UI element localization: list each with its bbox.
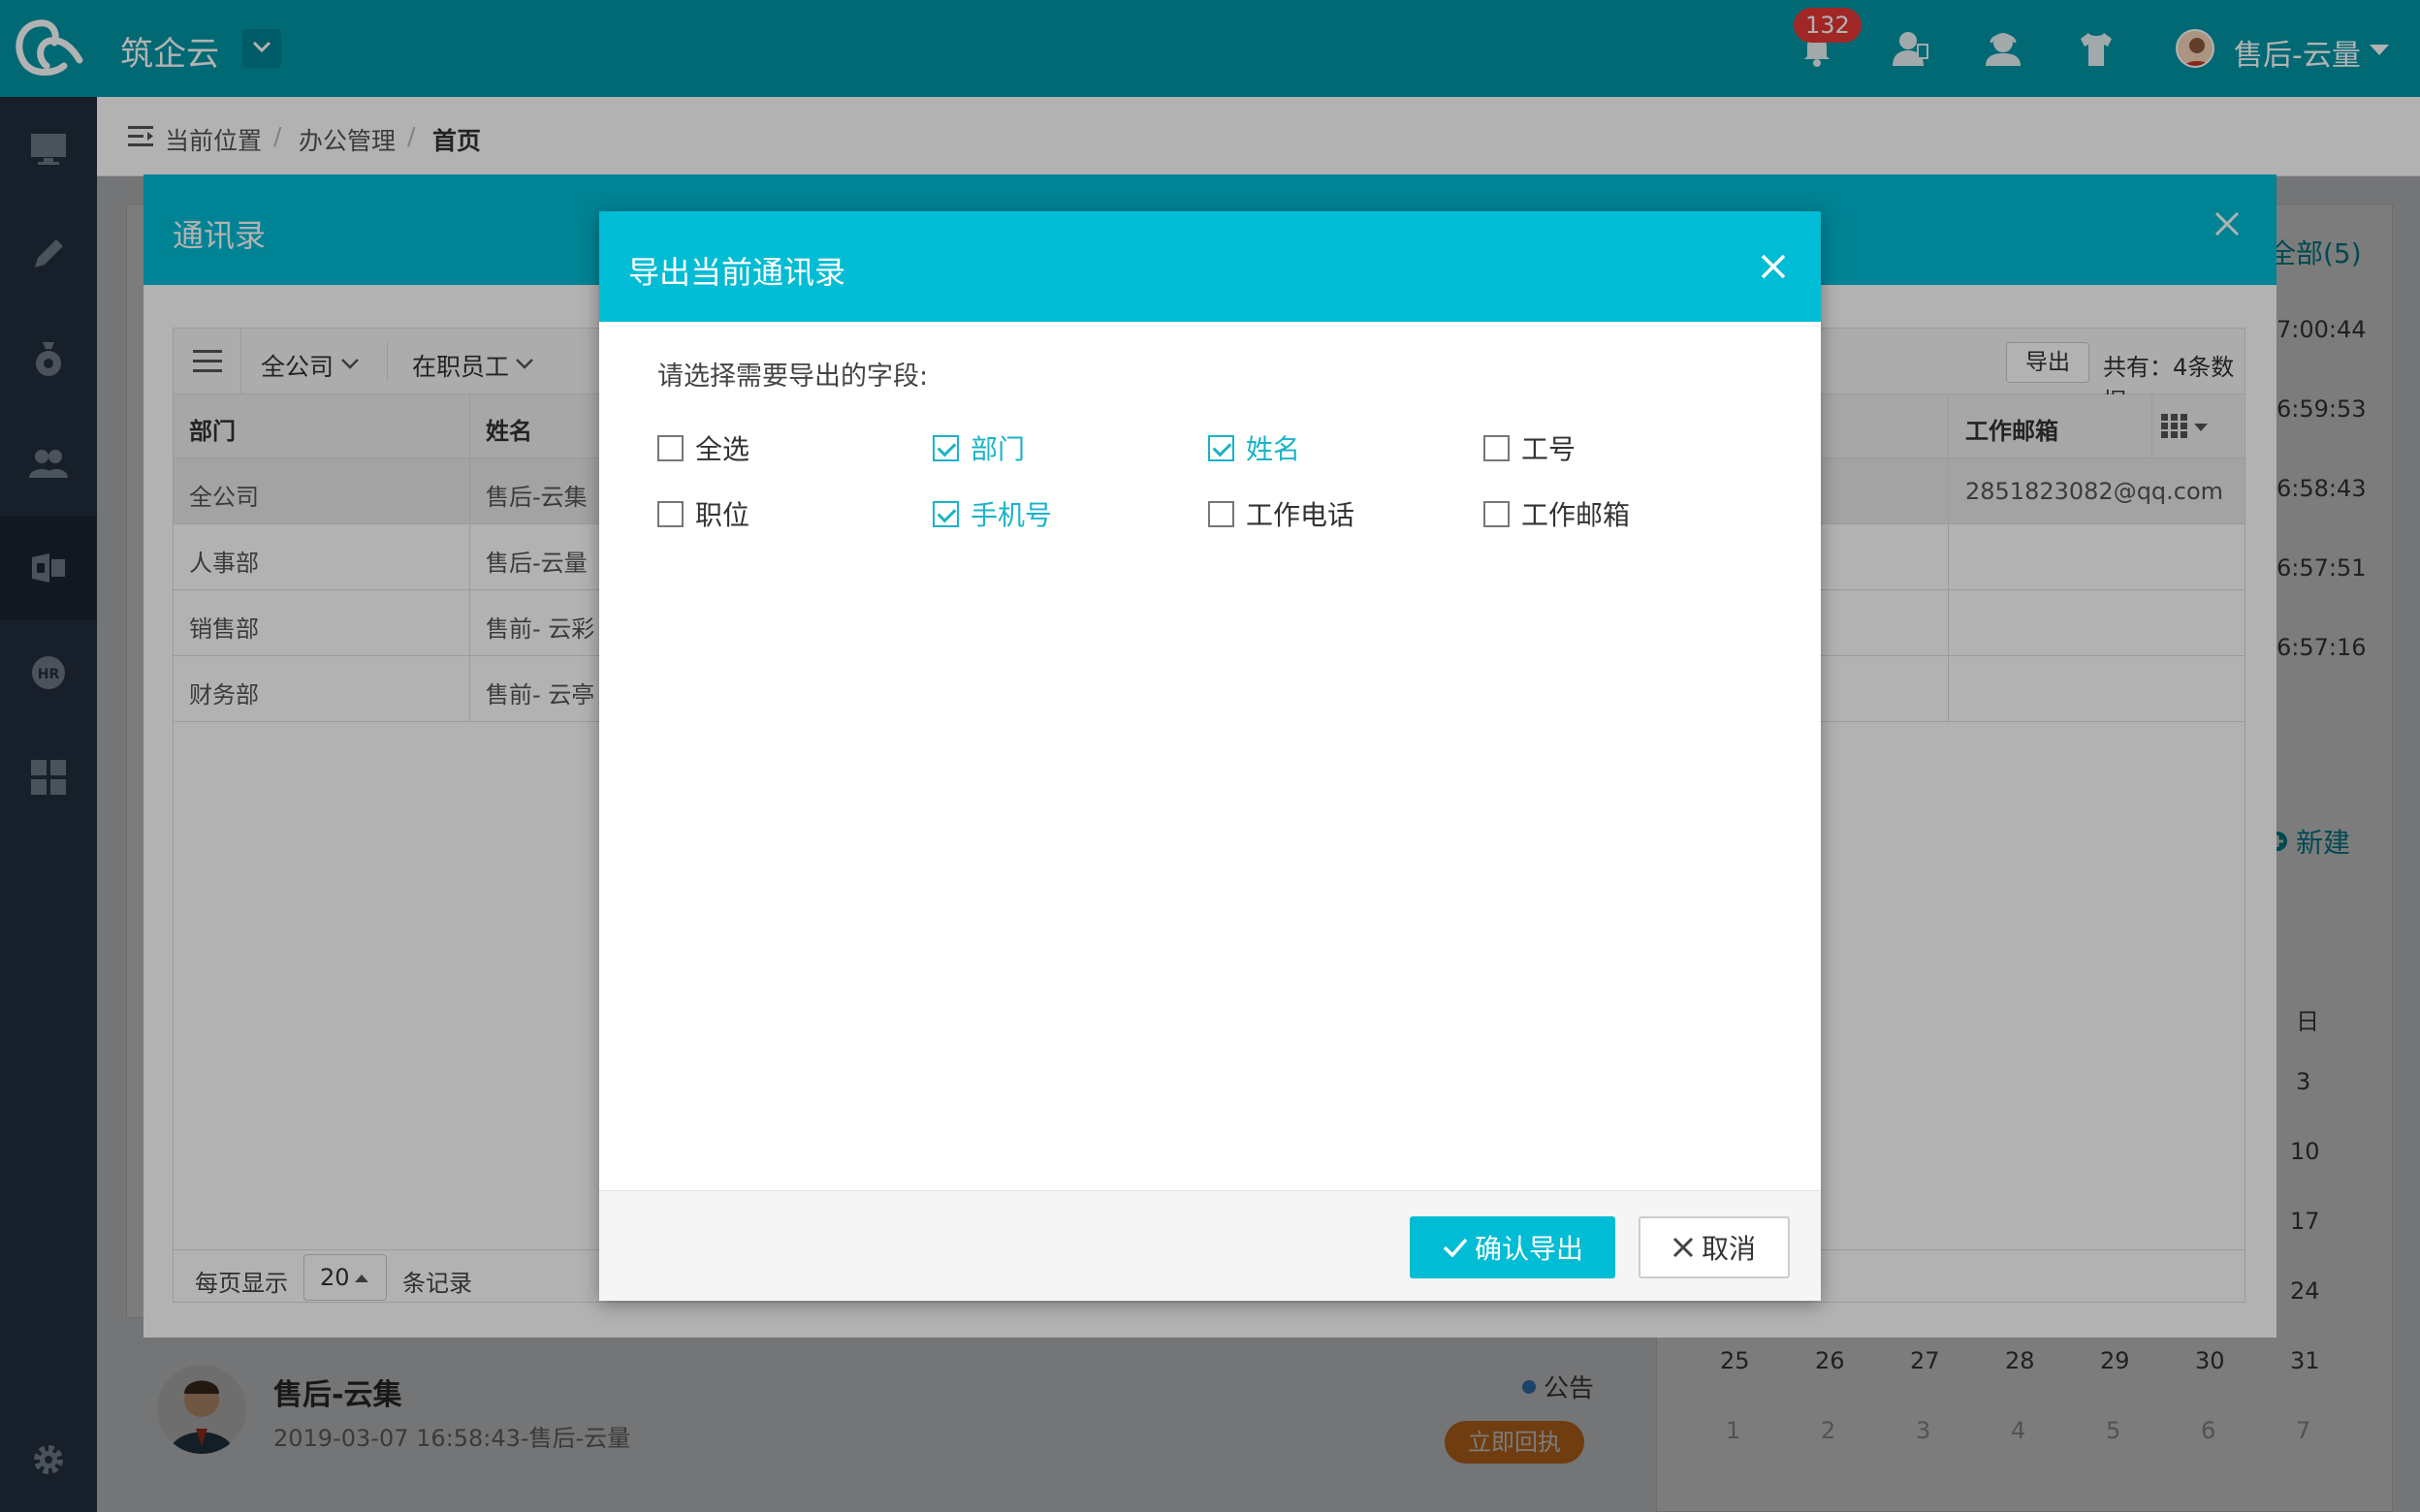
- export-modal-title: 导出当前通讯录: [628, 254, 846, 291]
- cancel-button[interactable]: 取消: [1639, 1216, 1790, 1278]
- option-name[interactable]: 姓名: [1208, 428, 1300, 467]
- checkbox[interactable]: [1208, 500, 1234, 527]
- export-modal-header: 导出当前通讯录: [599, 211, 1821, 322]
- option-label: 工作邮箱: [1521, 499, 1631, 531]
- check-icon: [1443, 1238, 1468, 1258]
- checkbox[interactable]: [933, 434, 959, 461]
- option-position[interactable]: 职位: [657, 494, 749, 533]
- option-work-phone[interactable]: 工作电话: [1208, 494, 1354, 533]
- option-label: 工号: [1521, 433, 1576, 465]
- option-select-all[interactable]: 全选: [657, 428, 749, 467]
- option-work-email[interactable]: 工作邮箱: [1483, 494, 1630, 533]
- option-label: 手机号: [971, 499, 1053, 531]
- checkbox[interactable]: [1483, 500, 1510, 527]
- checkbox[interactable]: [1208, 434, 1234, 461]
- export-modal: 导出当前通讯录 请选择需要导出的字段: 全选 部门 姓名 工号 职位 手机号 工…: [599, 211, 1821, 1301]
- cancel-label: 取消: [1701, 1234, 1756, 1264]
- confirm-export-label: 确认导出: [1474, 1234, 1583, 1264]
- export-modal-footer: 确认导出 取消: [599, 1190, 1821, 1301]
- option-label: 全选: [695, 433, 750, 465]
- option-label: 工作电话: [1246, 499, 1355, 531]
- checkbox[interactable]: [933, 500, 959, 527]
- checkbox[interactable]: [657, 500, 684, 527]
- option-label: 部门: [971, 433, 1026, 465]
- confirm-export-button[interactable]: 确认导出: [1410, 1216, 1615, 1278]
- close-icon: [1672, 1237, 1694, 1258]
- close-icon[interactable]: [1761, 254, 1786, 279]
- option-label: 姓名: [1246, 433, 1301, 465]
- option-mobile[interactable]: 手机号: [933, 494, 1052, 533]
- option-label: 职位: [695, 499, 750, 531]
- export-prompt: 请选择需要导出的字段:: [657, 362, 929, 392]
- checkbox[interactable]: [657, 434, 684, 461]
- option-employee-id[interactable]: 工号: [1483, 428, 1576, 467]
- checkbox[interactable]: [1483, 434, 1510, 461]
- option-dept[interactable]: 部门: [933, 428, 1025, 467]
